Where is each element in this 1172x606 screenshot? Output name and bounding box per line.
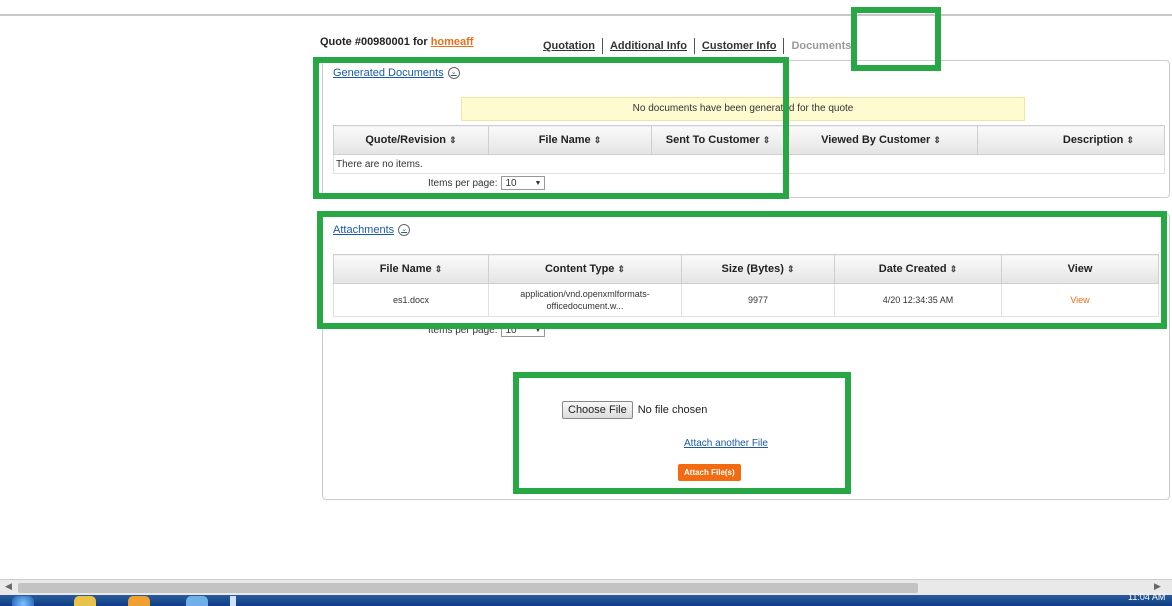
- tab-customer-info[interactable]: Customer Info: [695, 40, 784, 52]
- customer-link[interactable]: homeaff: [431, 36, 474, 48]
- taskbar-window-icon[interactable]: [230, 596, 236, 606]
- start-button-icon[interactable]: [12, 596, 34, 606]
- highlight-box-documents-tab: [851, 7, 941, 71]
- column-header-viewed-by-customer[interactable]: Viewed By Customer ⇕: [784, 125, 978, 155]
- sort-icon: ⇕: [933, 135, 941, 145]
- scroll-right-icon[interactable]: ▶: [1154, 581, 1161, 592]
- highlight-box-generated-documents: [313, 57, 789, 199]
- file-explorer-icon[interactable]: [74, 596, 96, 606]
- highlight-box-upload: [513, 372, 851, 494]
- taskbar: 11:04 AM: [0, 592, 1172, 606]
- sort-icon: ⇕: [1126, 135, 1134, 145]
- horizontal-scrollbar[interactable]: ◀ ▶: [0, 579, 1172, 596]
- browser-icon[interactable]: [186, 596, 208, 606]
- column-header-description[interactable]: Description ⇕: [977, 125, 1165, 155]
- tab-additional-info[interactable]: Additional Info: [603, 40, 694, 52]
- highlight-box-attachments: [317, 211, 1167, 329]
- tab-bar: Quotation Additional Info Customer Info …: [536, 38, 858, 54]
- tab-documents[interactable]: Documents: [784, 40, 858, 52]
- quote-title: Quote #00980001 for: [320, 36, 428, 48]
- media-player-icon[interactable]: [128, 596, 150, 606]
- top-divider: [0, 14, 1172, 16]
- quote-header: Quote #00980001 for homeaff: [320, 36, 473, 48]
- scrollbar-thumb[interactable]: [18, 583, 918, 593]
- taskbar-clock: 11:04 AM: [1128, 592, 1166, 602]
- tab-quotation[interactable]: Quotation: [536, 40, 602, 52]
- scroll-left-icon[interactable]: ◀: [5, 581, 12, 592]
